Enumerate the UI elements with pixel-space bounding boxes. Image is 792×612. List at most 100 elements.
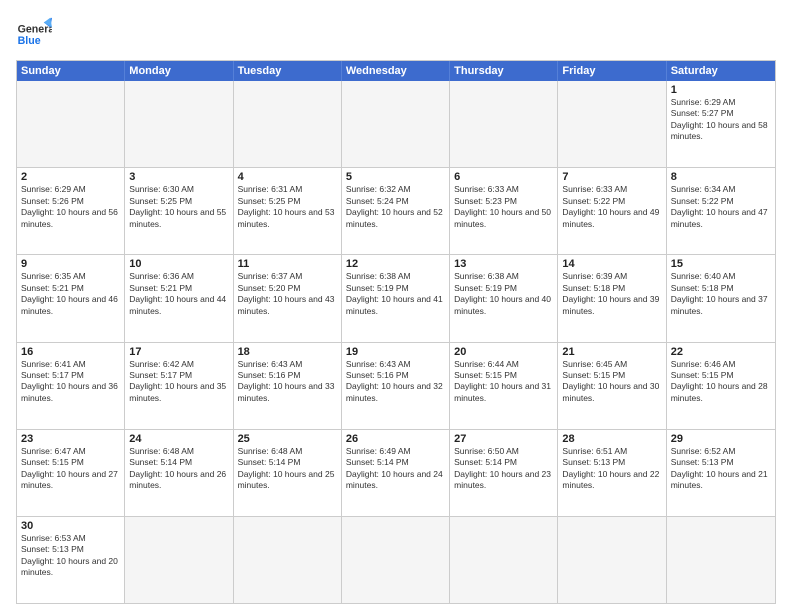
calendar-body: 1Sunrise: 6:29 AMSunset: 5:27 PMDaylight… bbox=[17, 81, 775, 603]
sun-info: Sunrise: 6:51 AMSunset: 5:13 PMDaylight:… bbox=[562, 446, 661, 492]
weekday-header: Friday bbox=[558, 61, 666, 81]
day-number: 25 bbox=[238, 433, 337, 445]
calendar-cell: 12Sunrise: 6:38 AMSunset: 5:19 PMDayligh… bbox=[342, 255, 450, 341]
calendar-cell bbox=[17, 81, 125, 167]
svg-text:Blue: Blue bbox=[18, 35, 41, 47]
calendar-cell: 8Sunrise: 6:34 AMSunset: 5:22 PMDaylight… bbox=[667, 168, 775, 254]
weekday-header: Thursday bbox=[450, 61, 558, 81]
calendar-cell: 5Sunrise: 6:32 AMSunset: 5:24 PMDaylight… bbox=[342, 168, 450, 254]
day-number: 16 bbox=[21, 346, 120, 358]
calendar-cell: 24Sunrise: 6:48 AMSunset: 5:14 PMDayligh… bbox=[125, 430, 233, 516]
day-number: 17 bbox=[129, 346, 228, 358]
calendar-cell: 10Sunrise: 6:36 AMSunset: 5:21 PMDayligh… bbox=[125, 255, 233, 341]
weekday-header: Tuesday bbox=[234, 61, 342, 81]
calendar-cell: 15Sunrise: 6:40 AMSunset: 5:18 PMDayligh… bbox=[667, 255, 775, 341]
calendar-cell: 19Sunrise: 6:43 AMSunset: 5:16 PMDayligh… bbox=[342, 343, 450, 429]
calendar-cell: 16Sunrise: 6:41 AMSunset: 5:17 PMDayligh… bbox=[17, 343, 125, 429]
sun-info: Sunrise: 6:31 AMSunset: 5:25 PMDaylight:… bbox=[238, 184, 337, 230]
calendar-row: 30Sunrise: 6:53 AMSunset: 5:13 PMDayligh… bbox=[17, 516, 775, 603]
calendar-cell bbox=[342, 517, 450, 603]
sun-info: Sunrise: 6:35 AMSunset: 5:21 PMDaylight:… bbox=[21, 271, 120, 317]
calendar-cell bbox=[125, 81, 233, 167]
sun-info: Sunrise: 6:49 AMSunset: 5:14 PMDaylight:… bbox=[346, 446, 445, 492]
calendar-cell: 29Sunrise: 6:52 AMSunset: 5:13 PMDayligh… bbox=[667, 430, 775, 516]
calendar-cell bbox=[234, 517, 342, 603]
page: General Blue SundayMondayTuesdayWednesda… bbox=[0, 0, 792, 612]
calendar-header: SundayMondayTuesdayWednesdayThursdayFrid… bbox=[17, 61, 775, 81]
sun-info: Sunrise: 6:36 AMSunset: 5:21 PMDaylight:… bbox=[129, 271, 228, 317]
calendar-cell: 23Sunrise: 6:47 AMSunset: 5:15 PMDayligh… bbox=[17, 430, 125, 516]
calendar-cell: 7Sunrise: 6:33 AMSunset: 5:22 PMDaylight… bbox=[558, 168, 666, 254]
day-number: 9 bbox=[21, 258, 120, 270]
sun-info: Sunrise: 6:39 AMSunset: 5:18 PMDaylight:… bbox=[562, 271, 661, 317]
calendar-cell: 14Sunrise: 6:39 AMSunset: 5:18 PMDayligh… bbox=[558, 255, 666, 341]
sun-info: Sunrise: 6:34 AMSunset: 5:22 PMDaylight:… bbox=[671, 184, 771, 230]
calendar-cell: 26Sunrise: 6:49 AMSunset: 5:14 PMDayligh… bbox=[342, 430, 450, 516]
calendar-cell bbox=[558, 517, 666, 603]
calendar-cell: 3Sunrise: 6:30 AMSunset: 5:25 PMDaylight… bbox=[125, 168, 233, 254]
day-number: 5 bbox=[346, 171, 445, 183]
sun-info: Sunrise: 6:29 AMSunset: 5:27 PMDaylight:… bbox=[671, 97, 771, 143]
calendar-row: 9Sunrise: 6:35 AMSunset: 5:21 PMDaylight… bbox=[17, 254, 775, 341]
sun-info: Sunrise: 6:38 AMSunset: 5:19 PMDaylight:… bbox=[346, 271, 445, 317]
day-number: 22 bbox=[671, 346, 771, 358]
day-number: 30 bbox=[21, 520, 120, 532]
day-number: 18 bbox=[238, 346, 337, 358]
calendar-cell bbox=[234, 81, 342, 167]
sun-info: Sunrise: 6:30 AMSunset: 5:25 PMDaylight:… bbox=[129, 184, 228, 230]
weekday-header: Monday bbox=[125, 61, 233, 81]
calendar-row: 23Sunrise: 6:47 AMSunset: 5:15 PMDayligh… bbox=[17, 429, 775, 516]
sun-info: Sunrise: 6:32 AMSunset: 5:24 PMDaylight:… bbox=[346, 184, 445, 230]
calendar-cell: 27Sunrise: 6:50 AMSunset: 5:14 PMDayligh… bbox=[450, 430, 558, 516]
calendar-cell: 2Sunrise: 6:29 AMSunset: 5:26 PMDaylight… bbox=[17, 168, 125, 254]
day-number: 7 bbox=[562, 171, 661, 183]
sun-info: Sunrise: 6:42 AMSunset: 5:17 PMDaylight:… bbox=[129, 359, 228, 405]
sun-info: Sunrise: 6:41 AMSunset: 5:17 PMDaylight:… bbox=[21, 359, 120, 405]
day-number: 26 bbox=[346, 433, 445, 445]
day-number: 1 bbox=[671, 84, 771, 96]
sun-info: Sunrise: 6:47 AMSunset: 5:15 PMDaylight:… bbox=[21, 446, 120, 492]
calendar: SundayMondayTuesdayWednesdayThursdayFrid… bbox=[16, 60, 776, 604]
day-number: 13 bbox=[454, 258, 553, 270]
sun-info: Sunrise: 6:43 AMSunset: 5:16 PMDaylight:… bbox=[346, 359, 445, 405]
calendar-cell bbox=[125, 517, 233, 603]
calendar-cell bbox=[342, 81, 450, 167]
day-number: 23 bbox=[21, 433, 120, 445]
calendar-cell: 9Sunrise: 6:35 AMSunset: 5:21 PMDaylight… bbox=[17, 255, 125, 341]
day-number: 20 bbox=[454, 346, 553, 358]
day-number: 8 bbox=[671, 171, 771, 183]
sun-info: Sunrise: 6:48 AMSunset: 5:14 PMDaylight:… bbox=[238, 446, 337, 492]
calendar-cell bbox=[558, 81, 666, 167]
weekday-header: Saturday bbox=[667, 61, 775, 81]
header: General Blue bbox=[16, 16, 776, 52]
generalblue-icon: General Blue bbox=[16, 16, 52, 52]
sun-info: Sunrise: 6:50 AMSunset: 5:14 PMDaylight:… bbox=[454, 446, 553, 492]
sun-info: Sunrise: 6:52 AMSunset: 5:13 PMDaylight:… bbox=[671, 446, 771, 492]
day-number: 11 bbox=[238, 258, 337, 270]
calendar-row: 1Sunrise: 6:29 AMSunset: 5:27 PMDaylight… bbox=[17, 81, 775, 167]
sun-info: Sunrise: 6:29 AMSunset: 5:26 PMDaylight:… bbox=[21, 184, 120, 230]
calendar-cell: 22Sunrise: 6:46 AMSunset: 5:15 PMDayligh… bbox=[667, 343, 775, 429]
calendar-cell: 1Sunrise: 6:29 AMSunset: 5:27 PMDaylight… bbox=[667, 81, 775, 167]
day-number: 19 bbox=[346, 346, 445, 358]
sun-info: Sunrise: 6:45 AMSunset: 5:15 PMDaylight:… bbox=[562, 359, 661, 405]
day-number: 3 bbox=[129, 171, 228, 183]
day-number: 2 bbox=[21, 171, 120, 183]
day-number: 10 bbox=[129, 258, 228, 270]
weekday-header: Wednesday bbox=[342, 61, 450, 81]
calendar-cell: 20Sunrise: 6:44 AMSunset: 5:15 PMDayligh… bbox=[450, 343, 558, 429]
day-number: 21 bbox=[562, 346, 661, 358]
calendar-row: 16Sunrise: 6:41 AMSunset: 5:17 PMDayligh… bbox=[17, 342, 775, 429]
calendar-cell: 13Sunrise: 6:38 AMSunset: 5:19 PMDayligh… bbox=[450, 255, 558, 341]
day-number: 28 bbox=[562, 433, 661, 445]
day-number: 24 bbox=[129, 433, 228, 445]
day-number: 29 bbox=[671, 433, 771, 445]
calendar-cell: 30Sunrise: 6:53 AMSunset: 5:13 PMDayligh… bbox=[17, 517, 125, 603]
day-number: 6 bbox=[454, 171, 553, 183]
calendar-cell: 25Sunrise: 6:48 AMSunset: 5:14 PMDayligh… bbox=[234, 430, 342, 516]
sun-info: Sunrise: 6:37 AMSunset: 5:20 PMDaylight:… bbox=[238, 271, 337, 317]
sun-info: Sunrise: 6:38 AMSunset: 5:19 PMDaylight:… bbox=[454, 271, 553, 317]
calendar-row: 2Sunrise: 6:29 AMSunset: 5:26 PMDaylight… bbox=[17, 167, 775, 254]
sun-info: Sunrise: 6:44 AMSunset: 5:15 PMDaylight:… bbox=[454, 359, 553, 405]
calendar-cell: 6Sunrise: 6:33 AMSunset: 5:23 PMDaylight… bbox=[450, 168, 558, 254]
